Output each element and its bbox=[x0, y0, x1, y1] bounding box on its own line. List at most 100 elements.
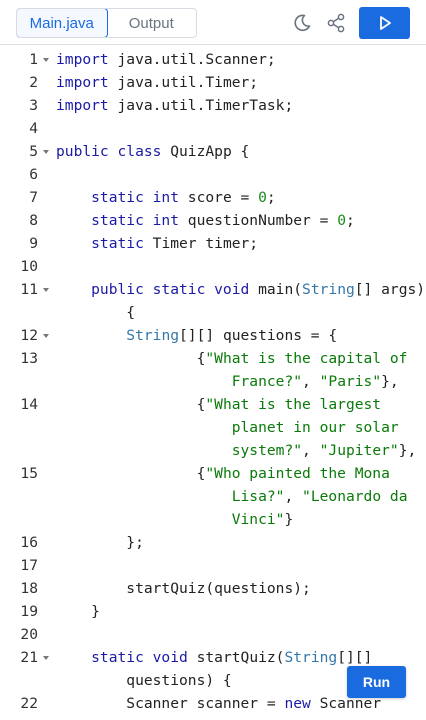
code-line: 3 import java.util.TimerTask; bbox=[0, 94, 426, 117]
run-button[interactable]: Run bbox=[347, 666, 406, 698]
code-token: , bbox=[302, 442, 320, 459]
code-token: [] args) bbox=[354, 281, 426, 298]
code-token: { bbox=[56, 350, 206, 367]
code-line: 7 static int score = 0; bbox=[0, 186, 426, 209]
share-icon[interactable] bbox=[325, 12, 347, 34]
code-token: ; bbox=[266, 189, 276, 206]
code-token: { bbox=[56, 465, 206, 482]
line-gutter: 17 bbox=[0, 554, 52, 577]
line-number: 3 bbox=[29, 97, 38, 114]
fold-arrow-icon[interactable] bbox=[43, 150, 49, 154]
code-token: system?" bbox=[56, 442, 303, 459]
code-line: 18 startQuiz(questions); bbox=[0, 577, 426, 600]
code-token: Scanner scanner = bbox=[56, 695, 285, 712]
code-token: public class bbox=[56, 143, 162, 160]
code-line: 1 import java.util.Scanner; bbox=[0, 48, 426, 71]
line-gutter: 7 bbox=[0, 186, 52, 209]
line-number: 14 bbox=[20, 396, 38, 413]
line-number: 22 bbox=[20, 695, 38, 712]
code-token: , bbox=[284, 488, 303, 505]
line-gutter: 1 bbox=[0, 48, 52, 71]
code-token: { bbox=[56, 396, 206, 413]
line-number: 11 bbox=[20, 281, 38, 298]
fold-arrow-icon[interactable] bbox=[43, 656, 49, 660]
code-line: 2 import java.util.Timer; bbox=[0, 71, 426, 94]
line-gutter: 4 bbox=[0, 117, 52, 140]
code-token: }; bbox=[56, 534, 144, 551]
code-token: 0 bbox=[337, 212, 346, 229]
code-line: 6 bbox=[0, 163, 426, 186]
line-gutter: 15 bbox=[0, 462, 52, 485]
code-token: planet in our solar bbox=[56, 419, 399, 436]
run-play-button[interactable] bbox=[359, 7, 410, 39]
line-gutter: 9 bbox=[0, 232, 52, 255]
fold-arrow-icon[interactable] bbox=[43, 334, 49, 338]
tab-main-java[interactable]: Main.java bbox=[17, 9, 108, 37]
line-number: 6 bbox=[29, 166, 38, 183]
code-token: main( bbox=[249, 281, 303, 298]
line-gutter: 13 bbox=[0, 347, 52, 370]
line-number: 18 bbox=[20, 580, 38, 597]
code-token: import bbox=[56, 97, 109, 114]
line-number: 20 bbox=[20, 626, 38, 643]
code-token: java.util.Scanner; bbox=[108, 51, 276, 68]
line-gutter: 18 bbox=[0, 577, 52, 600]
code-token: java.util.Timer; bbox=[108, 74, 259, 91]
line-gutter: 14 bbox=[0, 393, 52, 416]
code-token: }, bbox=[381, 373, 399, 390]
moon-icon[interactable] bbox=[291, 12, 313, 34]
code-token: { bbox=[56, 304, 136, 321]
line-number: 7 bbox=[29, 189, 38, 206]
code-token: questions) { bbox=[56, 672, 232, 689]
line-number: 9 bbox=[29, 235, 38, 252]
code-editor[interactable]: 1 import java.util.Scanner; 2 import java.u… bbox=[0, 45, 426, 720]
code-token: static int bbox=[91, 212, 180, 229]
code-line: 10 bbox=[0, 255, 426, 278]
code-token: new bbox=[284, 695, 311, 712]
line-number: 1 bbox=[29, 51, 38, 68]
code-token: String bbox=[126, 327, 180, 344]
line-gutter: 3 bbox=[0, 94, 52, 117]
line-number: 17 bbox=[20, 557, 38, 574]
code-token: "Who painted the Mona bbox=[205, 465, 390, 482]
code-token: "Jupiter" bbox=[319, 442, 399, 459]
code-token: static int bbox=[91, 189, 180, 206]
code-token: Vinci" bbox=[56, 511, 285, 528]
fold-arrow-icon[interactable] bbox=[43, 58, 49, 62]
line-gutter: 11 bbox=[0, 278, 52, 301]
code-line: 12 String[][] questions = { bbox=[0, 324, 426, 347]
code-line: 14 {"What is the largest planet in our s… bbox=[0, 393, 426, 462]
code-token: Lisa?" bbox=[56, 488, 285, 505]
code-token: String bbox=[302, 281, 355, 298]
code-token: France?" bbox=[56, 373, 303, 390]
line-number: 2 bbox=[29, 74, 38, 91]
code-line: 15 {"Who painted the Mona Lisa?", "Leona… bbox=[0, 462, 426, 531]
code-token: questionNumber = bbox=[179, 212, 338, 229]
code-token: Timer timer; bbox=[143, 235, 259, 252]
code-token: public static void bbox=[91, 281, 250, 298]
line-gutter: 21 bbox=[0, 646, 52, 669]
code-line: 4 bbox=[0, 117, 426, 140]
tab-output[interactable]: Output bbox=[107, 9, 197, 37]
code-token: }, bbox=[398, 442, 417, 459]
line-gutter: 2 bbox=[0, 71, 52, 94]
line-gutter: 6 bbox=[0, 163, 52, 186]
code-token: startQuiz( bbox=[187, 649, 285, 666]
line-number: 8 bbox=[29, 212, 38, 229]
code-token: String bbox=[284, 649, 338, 666]
line-gutter: 12 bbox=[0, 324, 52, 347]
code-token: score = bbox=[179, 189, 259, 206]
code-token: ; bbox=[345, 212, 355, 229]
line-gutter: 20 bbox=[0, 623, 52, 646]
code-token: } bbox=[56, 603, 100, 620]
fold-arrow-icon[interactable] bbox=[43, 288, 49, 292]
line-number: 16 bbox=[20, 534, 38, 551]
code-token: 0 bbox=[258, 189, 267, 206]
code-token: , bbox=[302, 373, 320, 390]
code-token: "What is the capital of bbox=[205, 350, 408, 367]
line-number: 21 bbox=[20, 649, 38, 666]
